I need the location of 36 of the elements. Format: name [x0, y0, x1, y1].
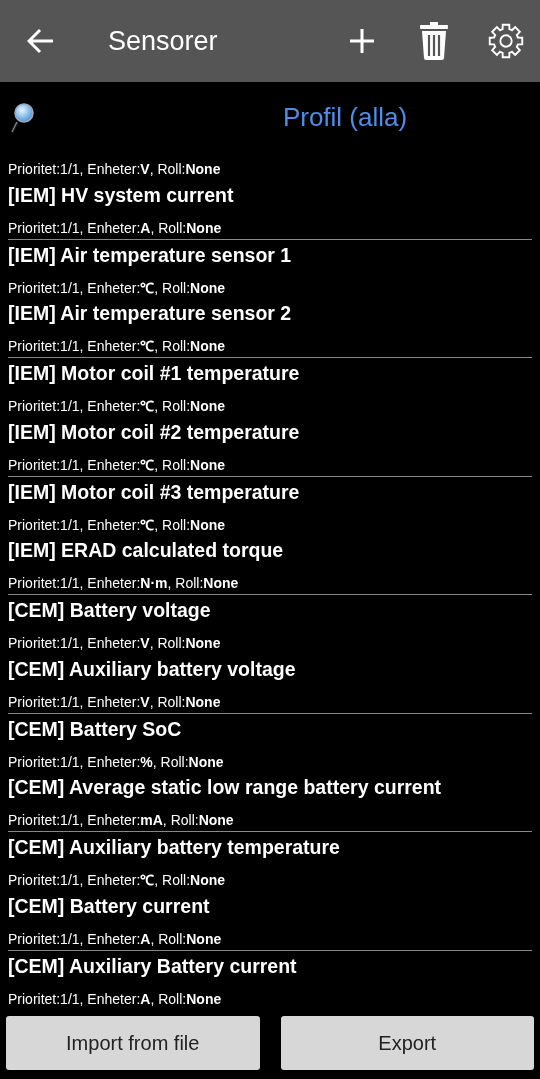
- sensor-details: Prioritet:1/1, Enheter:℃, Roll:None: [8, 871, 227, 889]
- sensor-details: Prioritet:1/1, Enheter:℃, Roll:None: [8, 278, 227, 297]
- sensor-name[interactable]: [IEM] Air temperature sensor 2: [8, 300, 532, 326]
- import-button[interactable]: Import from file: [6, 1016, 260, 1070]
- sensor-details: Prioritet:1/1, Enheter:V, Roll:None: [8, 634, 222, 652]
- sensor-name[interactable]: [IEM] Air temperature sensor 1: [8, 241, 532, 268]
- back-button[interactable]: [26, 26, 56, 56]
- sensor-details: Prioritet:1/1, Enheter:N·m, Roll:None: [8, 574, 240, 592]
- sensor-name[interactable]: [IEM] Motor coil #2 temperature: [8, 418, 532, 445]
- sensor-name[interactable]: [CEM] Auxiliary battery temperature: [8, 834, 532, 860]
- sensor-details: Prioritet:1/1, Enheter:A, Roll:None: [8, 989, 223, 1008]
- sensor-details: Prioritet:1/1, Enheter:%, Roll:None: [8, 752, 225, 771]
- sensor-details: Prioritet:1/1, Enheter:℃, Roll:None: [8, 455, 227, 474]
- export-button[interactable]: Export: [280, 1016, 534, 1070]
- sensor-details: Prioritet:1/1, Enheter:V, Roll:None: [8, 160, 222, 178]
- sensor-name[interactable]: [IEM] ERAD calculated torque: [8, 537, 532, 563]
- sensor-name[interactable]: [IEM] Motor coil #3 temperature: [8, 478, 532, 505]
- sensor-name[interactable]: [CEM] Battery SoC: [8, 715, 532, 742]
- sensor-details: Prioritet:1/1, Enheter:V, Roll:None: [8, 692, 222, 711]
- screen-title: Sensorer: [108, 25, 219, 57]
- sensor-name[interactable]: [CEM] Battery current: [8, 892, 532, 919]
- sensor-name[interactable]: [CEM] Battery voltage: [8, 597, 532, 623]
- sensor-name[interactable]: [CEM] Average static low range battery current: [8, 774, 532, 800]
- back-arrow-icon: [27, 28, 55, 54]
- sensor-name[interactable]: [CEM] Auxiliary Battery current: [8, 952, 532, 979]
- sensor-details: Prioritet:1/1, Enheter:℃, Roll:None: [8, 515, 227, 534]
- profile-selector[interactable]: Profil (alla): [282, 102, 408, 132]
- sensor-details: Prioritet:1/1, Enheter:A, Roll:None: [8, 929, 223, 948]
- sensor-name[interactable]: [IEM] HV system current: [8, 181, 532, 208]
- sensor-name[interactable]: [CEM] Auxiliary battery voltage: [8, 655, 532, 682]
- search-icon[interactable]: [10, 102, 36, 134]
- sensor-name[interactable]: [IEM] Motor coil #1 temperature: [8, 360, 532, 386]
- sensor-details: Prioritet:1/1, Enheter:mA, Roll:None: [8, 811, 235, 829]
- sensor-details: Prioritet:1/1, Enheter:℃, Roll:None: [8, 337, 227, 355]
- sensor-details: Prioritet:1/1, Enheter:℃, Roll:None: [8, 397, 227, 415]
- sensor-details: Prioritet:1/1, Enheter:A, Roll:None: [8, 218, 223, 237]
